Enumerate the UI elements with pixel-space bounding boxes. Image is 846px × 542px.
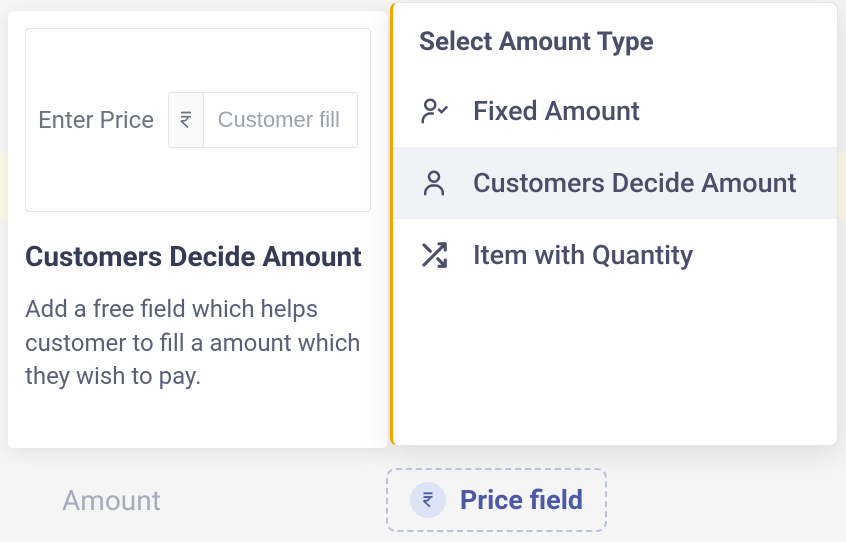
person-icon: [419, 168, 449, 198]
card-description: Add a free field which helps customer to…: [25, 293, 371, 394]
enter-price-label: Enter Price: [38, 106, 154, 134]
rupee-icon: [169, 93, 204, 147]
option-label: Customers Decide Amount: [473, 167, 797, 199]
amount-type-preview-card: Enter Price Customers Decide Amount Add …: [8, 11, 388, 448]
amount-label: Amount: [62, 484, 161, 517]
option-label: Fixed Amount: [473, 95, 640, 127]
price-field-label: Price field: [460, 484, 583, 516]
bottom-row: Amount Price field: [0, 468, 846, 532]
price-field-button[interactable]: Price field: [386, 468, 607, 532]
price-preview-box: Enter Price: [25, 28, 371, 212]
customer-price-input[interactable]: [204, 93, 357, 147]
dropdown-title: Select Amount Type: [393, 27, 837, 75]
amount-type-dropdown: Select Amount Type Fixed Amount Customer…: [390, 2, 838, 446]
price-input-wrap: [168, 92, 358, 148]
shuffle-icon: [419, 240, 449, 270]
option-customers-decide[interactable]: Customers Decide Amount: [393, 147, 837, 219]
person-check-icon: [419, 96, 449, 126]
option-fixed-amount[interactable]: Fixed Amount: [393, 75, 837, 147]
option-label: Item with Quantity: [473, 239, 693, 271]
card-title: Customers Decide Amount: [25, 240, 371, 273]
rupee-icon: [410, 482, 446, 518]
option-item-quantity[interactable]: Item with Quantity: [393, 219, 837, 291]
